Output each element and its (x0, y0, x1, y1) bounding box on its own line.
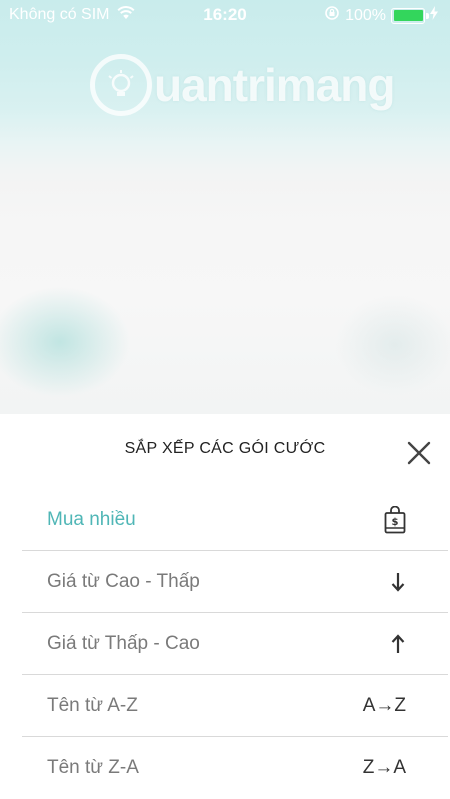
option-label: Mua nhiều (47, 508, 136, 530)
option-label: Giá từ Cao - Thấp (47, 570, 200, 592)
close-icon (407, 441, 431, 465)
watermark-text: uantrimang (154, 59, 395, 111)
sort-option-price-low-high[interactable]: Giá từ Thấp - Cao (22, 613, 448, 675)
sort-bottom-sheet: SẮP XẾP CÁC GÓI CƯỚC Mua nhiều $ Giá từ … (0, 414, 450, 799)
sort-option-most-bought[interactable]: Mua nhiều $ (22, 489, 448, 551)
sort-option-name-z-a[interactable]: Tên từ Z-A Z→A (22, 737, 448, 799)
battery-tip (426, 12, 429, 19)
a-to-z-icon: A→Z (362, 694, 406, 716)
lightbulb-icon (90, 54, 152, 116)
z-to-a-icon: Z→A (362, 757, 406, 778)
option-label: Tên từ A-Z (47, 694, 138, 716)
status-bar: Không có SIM 16:20 100% (0, 0, 450, 30)
status-right: 100% (324, 5, 438, 26)
battery-percent: 100% (345, 6, 386, 24)
arrow-up-icon (390, 633, 406, 654)
sort-options-list: Mua nhiều $ Giá từ Cao - Thấp Giá từ Thấ… (22, 489, 448, 799)
option-label: Tên từ Z-A (47, 757, 139, 778)
orientation-lock-icon (324, 5, 340, 26)
shopping-bag-icon: $ (384, 505, 406, 534)
sheet-title: SẮP XẾP CÁC GÓI CƯỚC (124, 440, 326, 457)
battery-icon (391, 7, 429, 24)
arrow-down-icon (390, 572, 406, 592)
option-label: Giá từ Thấp - Cao (47, 632, 200, 654)
battery-fill (393, 10, 423, 21)
sort-option-price-high-low[interactable]: Giá từ Cao - Thấp (22, 551, 448, 613)
charging-icon (430, 6, 438, 25)
close-button[interactable] (404, 438, 434, 468)
svg-text:$: $ (392, 517, 399, 528)
sort-option-name-a-z[interactable]: Tên từ A-Z A→Z (22, 675, 448, 737)
watermark-logo: uantrimang (90, 50, 395, 120)
